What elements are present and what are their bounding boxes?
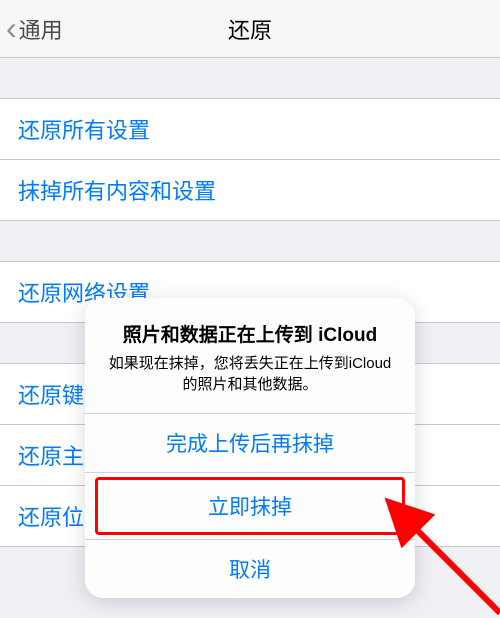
erase-all-content[interactable]: 抹掉所有内容和设置 [0,160,500,220]
cancel-button[interactable]: 取消 [85,540,415,598]
alert-title: 照片和数据正在上传到 iCloud [105,320,395,347]
erase-now-wrapper: 立即抹掉 [85,477,415,540]
erase-now-button[interactable]: 立即抹掉 [95,477,405,535]
finish-upload-button[interactable]: 完成上传后再抹掉 [85,414,415,473]
back-button[interactable]: ‹ 通用 [0,10,63,47]
alert-message: 如果现在抹掉，您将丢失正在上传到iCloud的照片和其他数据。 [105,353,395,395]
list-group-1: 还原所有设置 抹掉所有内容和设置 [0,98,500,221]
reset-all-settings[interactable]: 还原所有设置 [0,99,500,160]
nav-bar: ‹ 通用 还原 [0,0,500,58]
chevron-left-icon: ‹ [6,10,17,47]
alert-buttons: 完成上传后再抹掉 立即抹掉 取消 [85,413,415,598]
alert-header: 照片和数据正在上传到 iCloud 如果现在抹掉，您将丢失正在上传到iCloud… [85,298,415,413]
alert-dialog: 照片和数据正在上传到 iCloud 如果现在抹掉，您将丢失正在上传到iCloud… [85,298,415,598]
page-title: 还原 [228,13,272,45]
back-label: 通用 [19,13,63,45]
